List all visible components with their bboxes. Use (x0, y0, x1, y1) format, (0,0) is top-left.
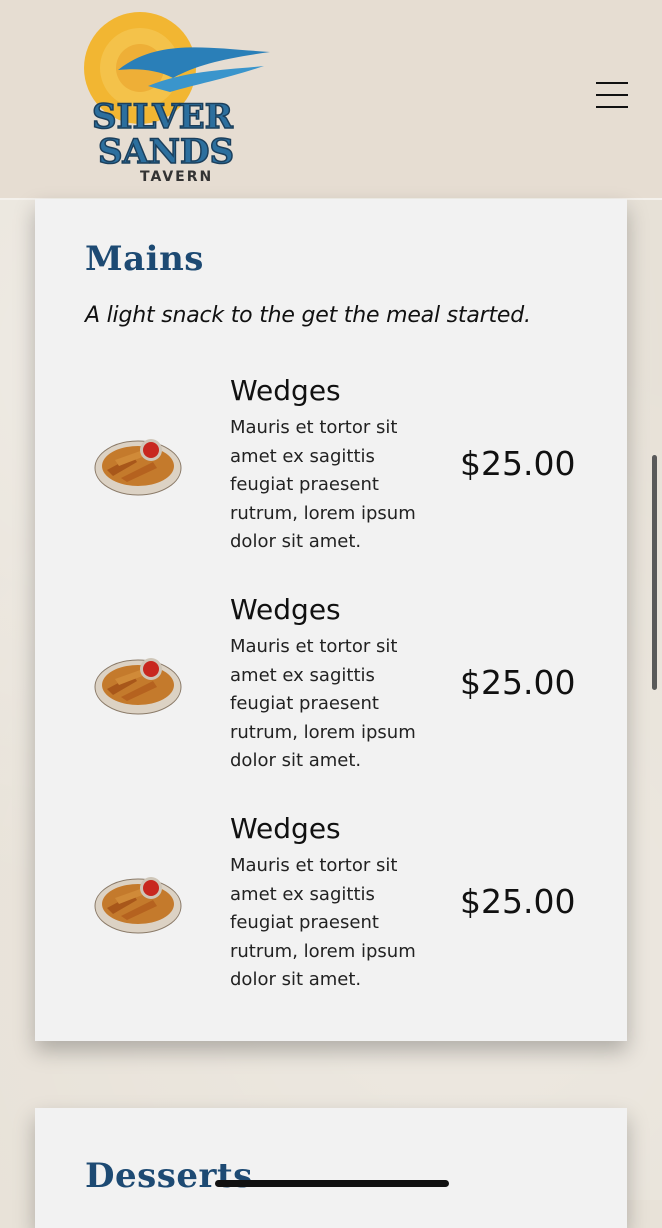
silver-sands-tavern-logo[interactable]: SILVER SANDS TAVERN (78, 8, 278, 186)
mains-section-card: Mains A light snack to the get the meal … (35, 199, 627, 1041)
site-header: SILVER SANDS TAVERN (0, 0, 662, 200)
menu-bar-top (596, 82, 628, 84)
menu-item: Wedges Mauris et tortor sit amet ex sagi… (35, 593, 627, 783)
menu-item: Wedges Mauris et tortor sit amet ex sagi… (35, 374, 627, 564)
wedges-food-photo (94, 439, 182, 496)
wedges-food-photo (94, 658, 182, 715)
menu-item-name: Wedges (230, 812, 341, 845)
menu-item-price: $25.00 (460, 663, 576, 702)
menu-item: Wedges Mauris et tortor sit amet ex sagi… (35, 812, 627, 1002)
menu-bar-middle (596, 94, 628, 96)
wedges-food-photo (94, 877, 182, 934)
menu-item-description: Mauris et tortor sit amet ex sagittis fe… (230, 636, 416, 771)
section-title-desserts: Desserts (85, 1156, 253, 1196)
vertical-scrollbar[interactable] (652, 455, 657, 690)
desserts-section-card: Desserts (35, 1108, 627, 1228)
menu-item-description: Mauris et tortor sit amet ex sagittis fe… (230, 417, 416, 552)
logo-line3: TAVERN (140, 169, 213, 185)
menu-item-name: Wedges (230, 593, 341, 626)
menu-item-price: $25.00 (460, 882, 576, 921)
menu-item-name: Wedges (230, 374, 341, 407)
logo-line1: SILVER (92, 97, 234, 137)
hamburger-menu-icon[interactable] (596, 82, 628, 108)
home-indicator[interactable] (215, 1180, 449, 1187)
menu-item-price: $25.00 (460, 444, 576, 483)
section-title-mains: Mains (85, 239, 204, 279)
logo-line2: SANDS (98, 132, 234, 172)
menu-item-description: Mauris et tortor sit amet ex sagittis fe… (230, 855, 416, 990)
section-subtitle-mains: A light snack to the get the meal starte… (85, 303, 531, 328)
menu-bar-bottom (596, 106, 628, 108)
